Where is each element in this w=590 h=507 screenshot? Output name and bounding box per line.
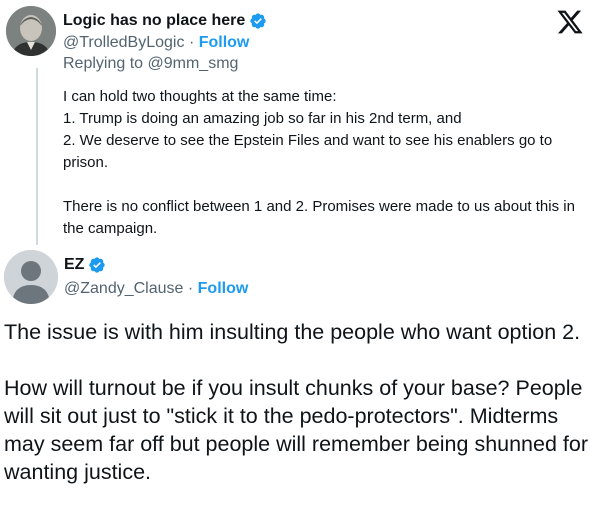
- reply-line: The issue is with him insulting the peop…: [4, 320, 581, 344]
- handle-row: @Zandy_Clause · Follow: [64, 280, 248, 298]
- follow-button[interactable]: Follow: [199, 34, 250, 51]
- reply-line: How will turnout be if you insult chunks…: [4, 376, 588, 484]
- tweet-line: There is no conflict between 1 and 2. Pr…: [63, 198, 575, 237]
- tweet-text: I can hold two thoughts at the same time…: [63, 86, 588, 240]
- reply-text: The issue is with him insulting the peop…: [4, 318, 588, 486]
- author-handle[interactable]: @TrolledByLogic: [63, 34, 184, 51]
- author-row: EZ: [64, 256, 106, 274]
- separator: ·: [187, 280, 194, 297]
- verified-badge-icon: [89, 257, 106, 273]
- author-name[interactable]: Logic has no place here: [63, 12, 245, 30]
- author-name[interactable]: EZ: [64, 256, 84, 274]
- tweet-line: I can hold two thoughts at the same time…: [63, 88, 337, 105]
- verified-badge-icon: [250, 13, 266, 29]
- author-row: Logic has no place here: [63, 12, 267, 30]
- portrait-avatar-icon: [6, 6, 56, 56]
- x-logo-icon[interactable]: [556, 8, 584, 36]
- author-handle[interactable]: @Zandy_Clause: [64, 280, 183, 297]
- default-avatar-icon: [4, 250, 58, 304]
- handle-row: @TrolledByLogic · Follow: [63, 34, 249, 52]
- avatar[interactable]: [4, 250, 58, 304]
- thread-connector: [36, 68, 38, 245]
- replying-to[interactable]: Replying to @9mm_smg: [63, 55, 238, 73]
- tweet-line: 2. We deserve to see the Epstein Files a…: [63, 132, 553, 171]
- separator: ·: [188, 34, 195, 51]
- avatar[interactable]: [6, 6, 56, 56]
- tweet-line: 1. Trump is doing an amazing job so far …: [63, 110, 462, 127]
- follow-button[interactable]: Follow: [198, 280, 249, 297]
